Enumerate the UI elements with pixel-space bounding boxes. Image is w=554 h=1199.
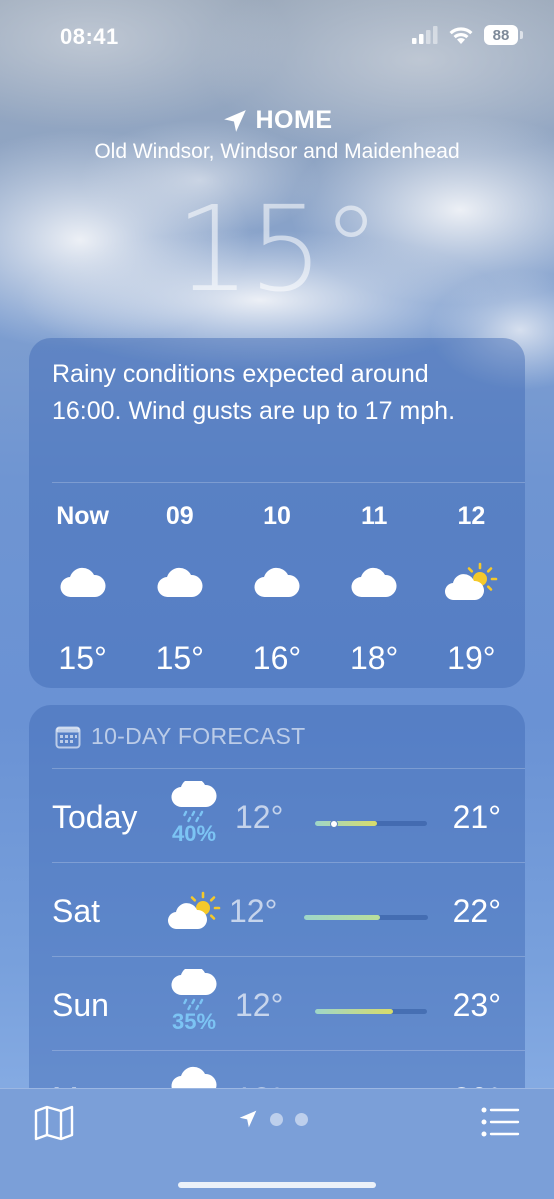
hour-time: Now bbox=[56, 502, 109, 530]
current-temperature: 15° bbox=[175, 180, 380, 318]
status-time: 08:41 bbox=[60, 24, 119, 49]
hourly-list: Now 15° 09 15° 10 16° 11 18° 12 19° bbox=[34, 502, 520, 677]
divider bbox=[52, 482, 525, 483]
temperature-range-bar bbox=[315, 1009, 427, 1014]
forecast-summary: Rainy conditions expected around 16:00. … bbox=[52, 360, 456, 425]
low-temperature: 12° bbox=[235, 987, 284, 1023]
partly-sunny-icon bbox=[167, 891, 221, 930]
home-indicator[interactable] bbox=[178, 1182, 376, 1188]
hour-temperature: 19° bbox=[447, 640, 496, 676]
temperature-range-fill bbox=[315, 1009, 393, 1014]
rain-cloud-icon bbox=[171, 969, 217, 1011]
cloud-icon bbox=[60, 567, 106, 598]
page-dot[interactable] bbox=[295, 1112, 308, 1126]
daily-forecast-header: 10-DAY FORECAST bbox=[55, 723, 306, 750]
hour-item: 11 18° bbox=[326, 502, 423, 677]
location-label: HOME bbox=[255, 106, 333, 134]
hour-temperature: 18° bbox=[349, 640, 399, 676]
precipitation-chance: 40% bbox=[171, 821, 217, 846]
daily-forecast-card[interactable]: 10-DAY FORECAST Today 40% 12° 21° Sat 12… bbox=[29, 705, 525, 1125]
location-header: HOME bbox=[0, 106, 554, 135]
hour-item: Now 15° bbox=[34, 502, 131, 677]
rain-cloud-icon bbox=[171, 781, 217, 823]
day-condition bbox=[159, 891, 229, 931]
page-dot[interactable] bbox=[270, 1112, 283, 1126]
status-bar: 08:41 88 bbox=[0, 0, 554, 72]
day-name: Sat bbox=[52, 893, 101, 929]
cloud-icon bbox=[351, 567, 397, 598]
temperature-range-fill bbox=[304, 915, 380, 920]
hour-time: 12 bbox=[457, 502, 486, 530]
hour-time: 11 bbox=[360, 502, 388, 530]
location-arrow-icon bbox=[223, 109, 246, 132]
wifi-icon bbox=[449, 26, 473, 44]
partly-sunny-icon bbox=[445, 562, 498, 601]
hour-temperature: 15° bbox=[58, 640, 107, 676]
hour-item: 10 16° bbox=[228, 502, 325, 677]
daily-forecast-title: 10-DAY FORECAST bbox=[91, 723, 306, 749]
cellular-signal-icon bbox=[412, 26, 438, 44]
high-temperature: 23° bbox=[452, 987, 501, 1023]
current-temperature-dot bbox=[330, 819, 338, 828]
day-row-sat[interactable]: Sat 12° 22° bbox=[29, 863, 525, 957]
day-name: Today bbox=[52, 799, 138, 835]
hourly-forecast-card[interactable]: Rainy conditions expected around 16:00. … bbox=[29, 338, 525, 688]
location-arrow-icon bbox=[239, 1110, 257, 1128]
page-indicator[interactable] bbox=[238, 1109, 308, 1129]
battery-indicator: 88 bbox=[484, 25, 523, 45]
precipitation-chance: 35% bbox=[171, 1009, 217, 1034]
hour-time: 09 bbox=[165, 502, 194, 530]
hour-time: 10 bbox=[263, 502, 291, 530]
day-row-sun[interactable]: Sun 35% 12° 23° bbox=[29, 957, 525, 1051]
cloud-icon bbox=[254, 567, 300, 598]
hour-item: 09 15° bbox=[131, 502, 228, 677]
cloud-icon bbox=[157, 567, 203, 598]
temperature-range-bar bbox=[304, 915, 428, 920]
list-icon[interactable] bbox=[480, 1106, 520, 1138]
temperature-range-bar bbox=[315, 819, 427, 828]
hour-temperature: 16° bbox=[252, 640, 302, 676]
day-name: Sun bbox=[52, 987, 109, 1023]
day-row-today[interactable]: Today 40% 12° 21° bbox=[29, 769, 525, 863]
hour-item: 12 19° bbox=[423, 502, 520, 677]
high-temperature: 21° bbox=[452, 799, 501, 835]
day-condition: 40% bbox=[159, 781, 229, 847]
map-icon[interactable] bbox=[34, 1105, 74, 1141]
low-temperature: 12° bbox=[229, 893, 278, 929]
status-indicators: 88 bbox=[412, 25, 523, 45]
low-temperature: 12° bbox=[235, 799, 284, 835]
day-condition: 35% bbox=[159, 969, 229, 1035]
hour-temperature: 15° bbox=[155, 640, 204, 676]
high-temperature: 22° bbox=[452, 893, 501, 929]
temperature-range-fill bbox=[315, 821, 377, 826]
location-name: Old Windsor, Windsor and Maidenhead bbox=[94, 140, 460, 163]
calendar-icon bbox=[55, 726, 81, 748]
